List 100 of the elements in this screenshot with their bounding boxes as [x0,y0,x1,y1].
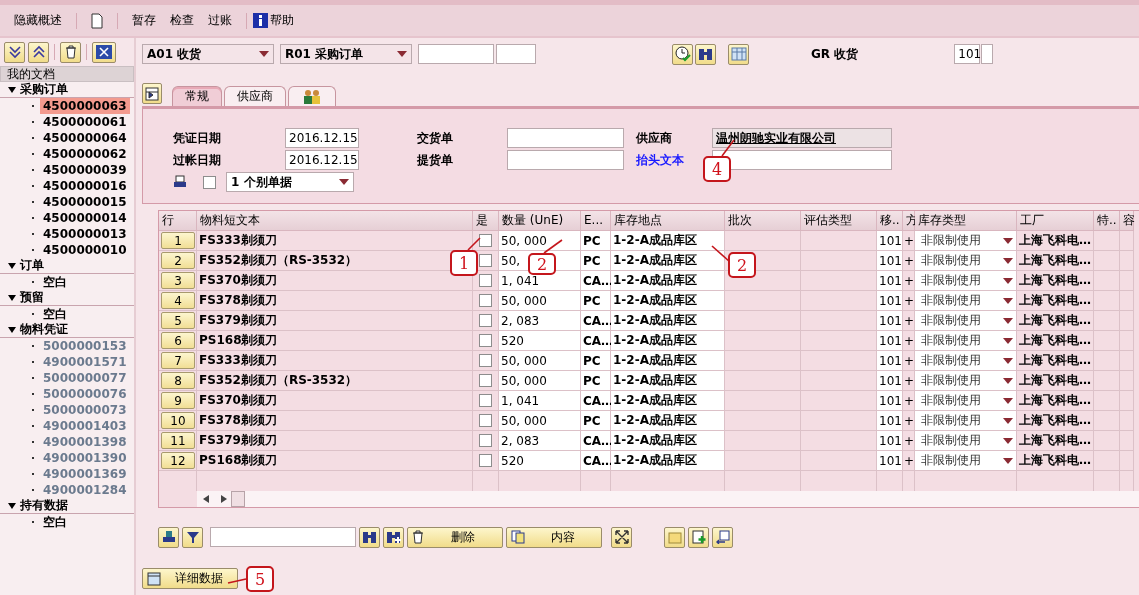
tree-item[interactable]: 4500000015 [40,194,130,210]
stock-type-dropdown[interactable]: 非限制使用 [915,431,1017,451]
column-header[interactable]: 特.. [1094,211,1120,231]
slip-dropdown[interactable]: 1 个别单据 [226,172,354,192]
tree-item[interactable]: 4500000013 [40,226,130,242]
bill-of-lading-field[interactable] [507,150,624,170]
document-input[interactable] [418,44,494,64]
tree-item[interactable]: 4900001571 [40,354,130,370]
tab[interactable] [288,86,336,106]
tree-item[interactable]: 5000000076 [40,386,130,402]
print-icon[interactable] [158,526,179,548]
filter-icon[interactable] [182,526,203,548]
location-field[interactable]: 1-2-A成品库区 [611,431,725,451]
ok-checkbox[interactable] [479,334,492,347]
line-button[interactable]: 8 [161,372,195,389]
location-field[interactable]: 1-2-A成品库区 [611,411,725,431]
item-input[interactable] [496,44,536,64]
location-field[interactable]: 1-2-A成品库区 [611,351,725,371]
tree-section[interactable]: 订单 [0,258,134,274]
line-button[interactable]: 5 [161,312,195,329]
scroll-thumb[interactable] [231,491,245,507]
search-next-icon[interactable] [383,526,404,548]
tree-item[interactable]: 空白 [40,306,70,322]
tree-item[interactable]: 4900001369 [40,466,130,482]
expand-icon[interactable] [8,294,16,301]
binoculars-icon[interactable] [695,43,716,65]
tree-item[interactable]: 4900001398 [40,434,130,450]
expand-icon[interactable] [8,86,16,93]
info-icon[interactable] [253,13,268,28]
tree-section[interactable]: 物料凭证 [0,322,134,338]
location-field[interactable]: 1-2-A成品库区 [611,231,725,251]
tree-item[interactable]: 4500000039 [40,162,130,178]
location-field[interactable]: 1-2-A成品库区 [611,391,725,411]
tree-item[interactable]: 5000000153 [40,338,130,354]
printer-icon[interactable] [173,175,187,189]
ok-checkbox[interactable] [479,414,492,427]
column-header[interactable]: 物料短文本 [197,211,473,231]
ok-checkbox[interactable] [479,354,492,367]
delivery-note-field[interactable] [507,128,624,148]
ok-checkbox[interactable] [479,294,492,307]
hold-button[interactable]: 暂存 [132,12,156,29]
expand-all-icon[interactable] [4,41,25,63]
ok-checkbox[interactable] [479,254,492,267]
expand-icon[interactable] [611,526,632,548]
stock-type-dropdown[interactable]: 非限制使用 [915,251,1017,271]
column-header[interactable]: 容 [1120,211,1134,231]
stock-type-dropdown[interactable]: 非限制使用 [915,291,1017,311]
header-text-link[interactable]: 抬头文本 [636,151,684,169]
special-stock-input[interactable] [981,44,994,64]
location-field[interactable]: 1-2-A成品库区 [611,291,725,311]
stock-type-dropdown[interactable]: 非限制使用 [915,371,1017,391]
stock-type-dropdown[interactable]: 非限制使用 [915,451,1017,471]
line-button[interactable]: 6 [161,332,195,349]
stock-type-dropdown[interactable]: 非限制使用 [915,391,1017,411]
layout-icon[interactable] [142,83,162,104]
stock-type-dropdown[interactable]: 非限制使用 [915,271,1017,291]
column-header[interactable]: 批次 [725,211,801,231]
stock-type-dropdown[interactable]: 非限制使用 [915,411,1017,431]
tree-section[interactable]: 预留 [0,290,134,306]
reference-dropdown[interactable]: R01 采购订单 [280,44,412,64]
location-field[interactable]: 1-2-A成品库区 [611,251,725,271]
ok-checkbox[interactable] [479,374,492,387]
expand-icon[interactable] [8,262,16,269]
line-button[interactable]: 11 [161,432,195,449]
tree-item[interactable]: 空白 [40,514,70,530]
column-header[interactable]: 行 [159,211,197,231]
detail-data-button[interactable]: 详细数据 [142,568,238,589]
column-header[interactable]: 是 [473,211,499,231]
column-header[interactable]: 库存地点 [611,211,725,231]
scroll-left-icon[interactable] [203,495,209,503]
table-icon[interactable] [728,43,749,65]
check-button[interactable]: 检查 [170,12,194,29]
tree-item[interactable]: 4500000061 [40,114,130,130]
tree-item[interactable]: 4900001390 [40,450,130,466]
tree-item[interactable]: 4500000062 [40,146,130,162]
ok-checkbox[interactable] [479,454,492,467]
clock-check-icon[interactable] [672,43,693,65]
location-field[interactable]: 1-2-A成品库区 [611,371,725,391]
delete-button[interactable]: 删除 [407,526,503,548]
ok-checkbox[interactable] [479,234,492,247]
collapse-all-icon[interactable] [28,41,49,63]
close-icon[interactable] [92,41,116,63]
line-button[interactable]: 9 [161,392,195,409]
document-date-field[interactable]: 2016.12.15 [285,128,359,148]
add-row-icon[interactable] [688,526,709,548]
column-header[interactable]: 数量 (UnE) [499,211,581,231]
stock-type-dropdown[interactable]: 非限制使用 [915,311,1017,331]
ok-checkbox[interactable] [479,434,492,447]
tree-item[interactable]: 4500000063 [40,98,130,114]
line-button[interactable]: 7 [161,352,195,369]
tree-item[interactable]: 4900001403 [40,418,130,434]
stock-type-dropdown[interactable]: 非限制使用 [915,351,1017,371]
column-header[interactable]: 库存类型 [915,211,1017,231]
ok-checkbox[interactable] [479,274,492,287]
line-button[interactable]: 1 [161,232,195,249]
quantity-value[interactable]: 50, [501,253,521,268]
horizontal-scrollbar[interactable] [197,491,1139,507]
tree-section[interactable]: 持有数据 [0,498,134,514]
movement-type-input[interactable]: 101 [954,44,981,64]
tree-item[interactable]: 4500000016 [40,178,130,194]
